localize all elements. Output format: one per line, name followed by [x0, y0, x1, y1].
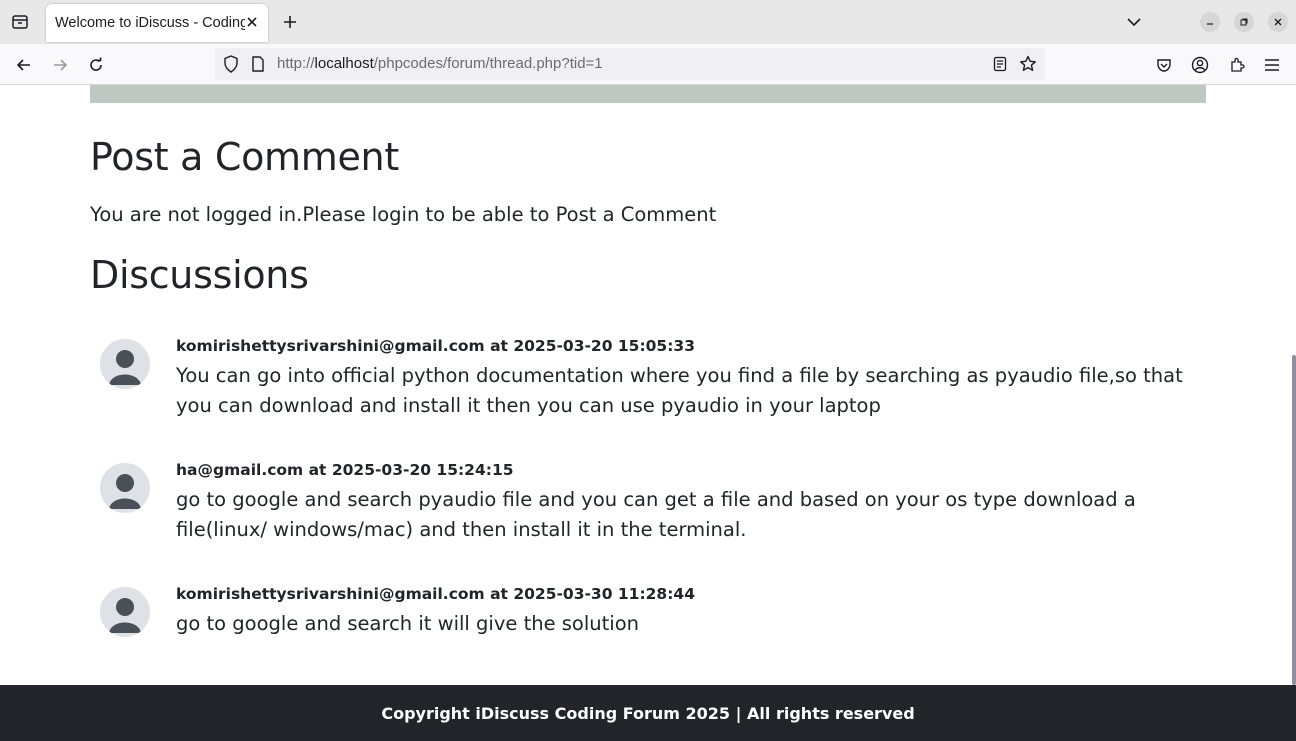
plus-icon[interactable]	[280, 12, 300, 32]
url-prefix: http://	[277, 55, 315, 72]
comment-meta: komirishettysrivarshini@gmail.com at 202…	[176, 337, 695, 355]
comment-meta: komirishettysrivarshini@gmail.com at 202…	[176, 585, 695, 603]
tab-bar: Welcome to iDiscuss - Coding Forum	[0, 0, 1296, 44]
minimize-icon[interactable]	[1200, 12, 1220, 32]
chevron-down-icon[interactable]	[1124, 12, 1144, 32]
back-icon[interactable]	[13, 54, 35, 76]
url-bar[interactable]: http://localhost/phpcodes/forum/thread.p…	[215, 48, 1045, 80]
forward-icon[interactable]	[49, 54, 71, 76]
restore-icon[interactable]	[1234, 12, 1254, 32]
navigation-bar: http://localhost/phpcodes/forum/thread.p…	[0, 44, 1296, 85]
comment-meta: ha@gmail.com at 2025-03-20 15:24:15	[176, 461, 514, 479]
tab-title: Welcome to iDiscuss - Coding Forum	[55, 15, 245, 31]
comment-text: go to google and search it will give the…	[176, 612, 639, 635]
active-tab[interactable]: Welcome to iDiscuss - Coding Forum	[46, 4, 268, 42]
reader-view-icon[interactable]	[993, 56, 1007, 76]
avatar-icon	[100, 463, 150, 513]
avatar-icon	[100, 587, 150, 637]
discussions-heading: Discussions	[90, 253, 309, 297]
close-window-icon[interactable]	[1268, 12, 1288, 32]
footer-text: Copyright iDiscuss Coding Forum 2025 | A…	[381, 703, 915, 723]
url-host: localhost	[314, 55, 374, 72]
star-icon[interactable]	[1019, 55, 1037, 77]
close-icon[interactable]	[244, 14, 260, 30]
page-content: Post a Comment You are not logged in.Ple…	[0, 85, 1296, 741]
pocket-icon[interactable]	[1153, 54, 1175, 76]
login-message: You are not logged in.Please login to be…	[90, 203, 717, 226]
post-comment-heading: Post a Comment	[90, 135, 399, 179]
footer: Copyright iDiscuss Coding Forum 2025 | A…	[0, 685, 1296, 741]
reload-icon[interactable]	[85, 54, 107, 76]
extensions-icon[interactable]	[1226, 54, 1248, 76]
thread-box-bottom	[90, 85, 1206, 103]
shield-icon[interactable]	[223, 55, 239, 77]
tab-list-icon[interactable]	[8, 10, 32, 34]
menu-icon[interactable]	[1261, 54, 1283, 76]
url-text[interactable]: http://localhost/phpcodes/forum/thread.p…	[277, 55, 603, 72]
comment-text: go to google and search pyaudio file and…	[176, 488, 1136, 541]
comment-text: You can go into official python document…	[176, 364, 1183, 417]
page-icon[interactable]	[251, 56, 265, 76]
account-icon[interactable]	[1189, 54, 1211, 76]
avatar-icon	[100, 339, 150, 389]
url-path: /phpcodes/forum/thread.php?tid=1	[373, 55, 603, 72]
page-scrollbar[interactable]	[1292, 355, 1296, 685]
